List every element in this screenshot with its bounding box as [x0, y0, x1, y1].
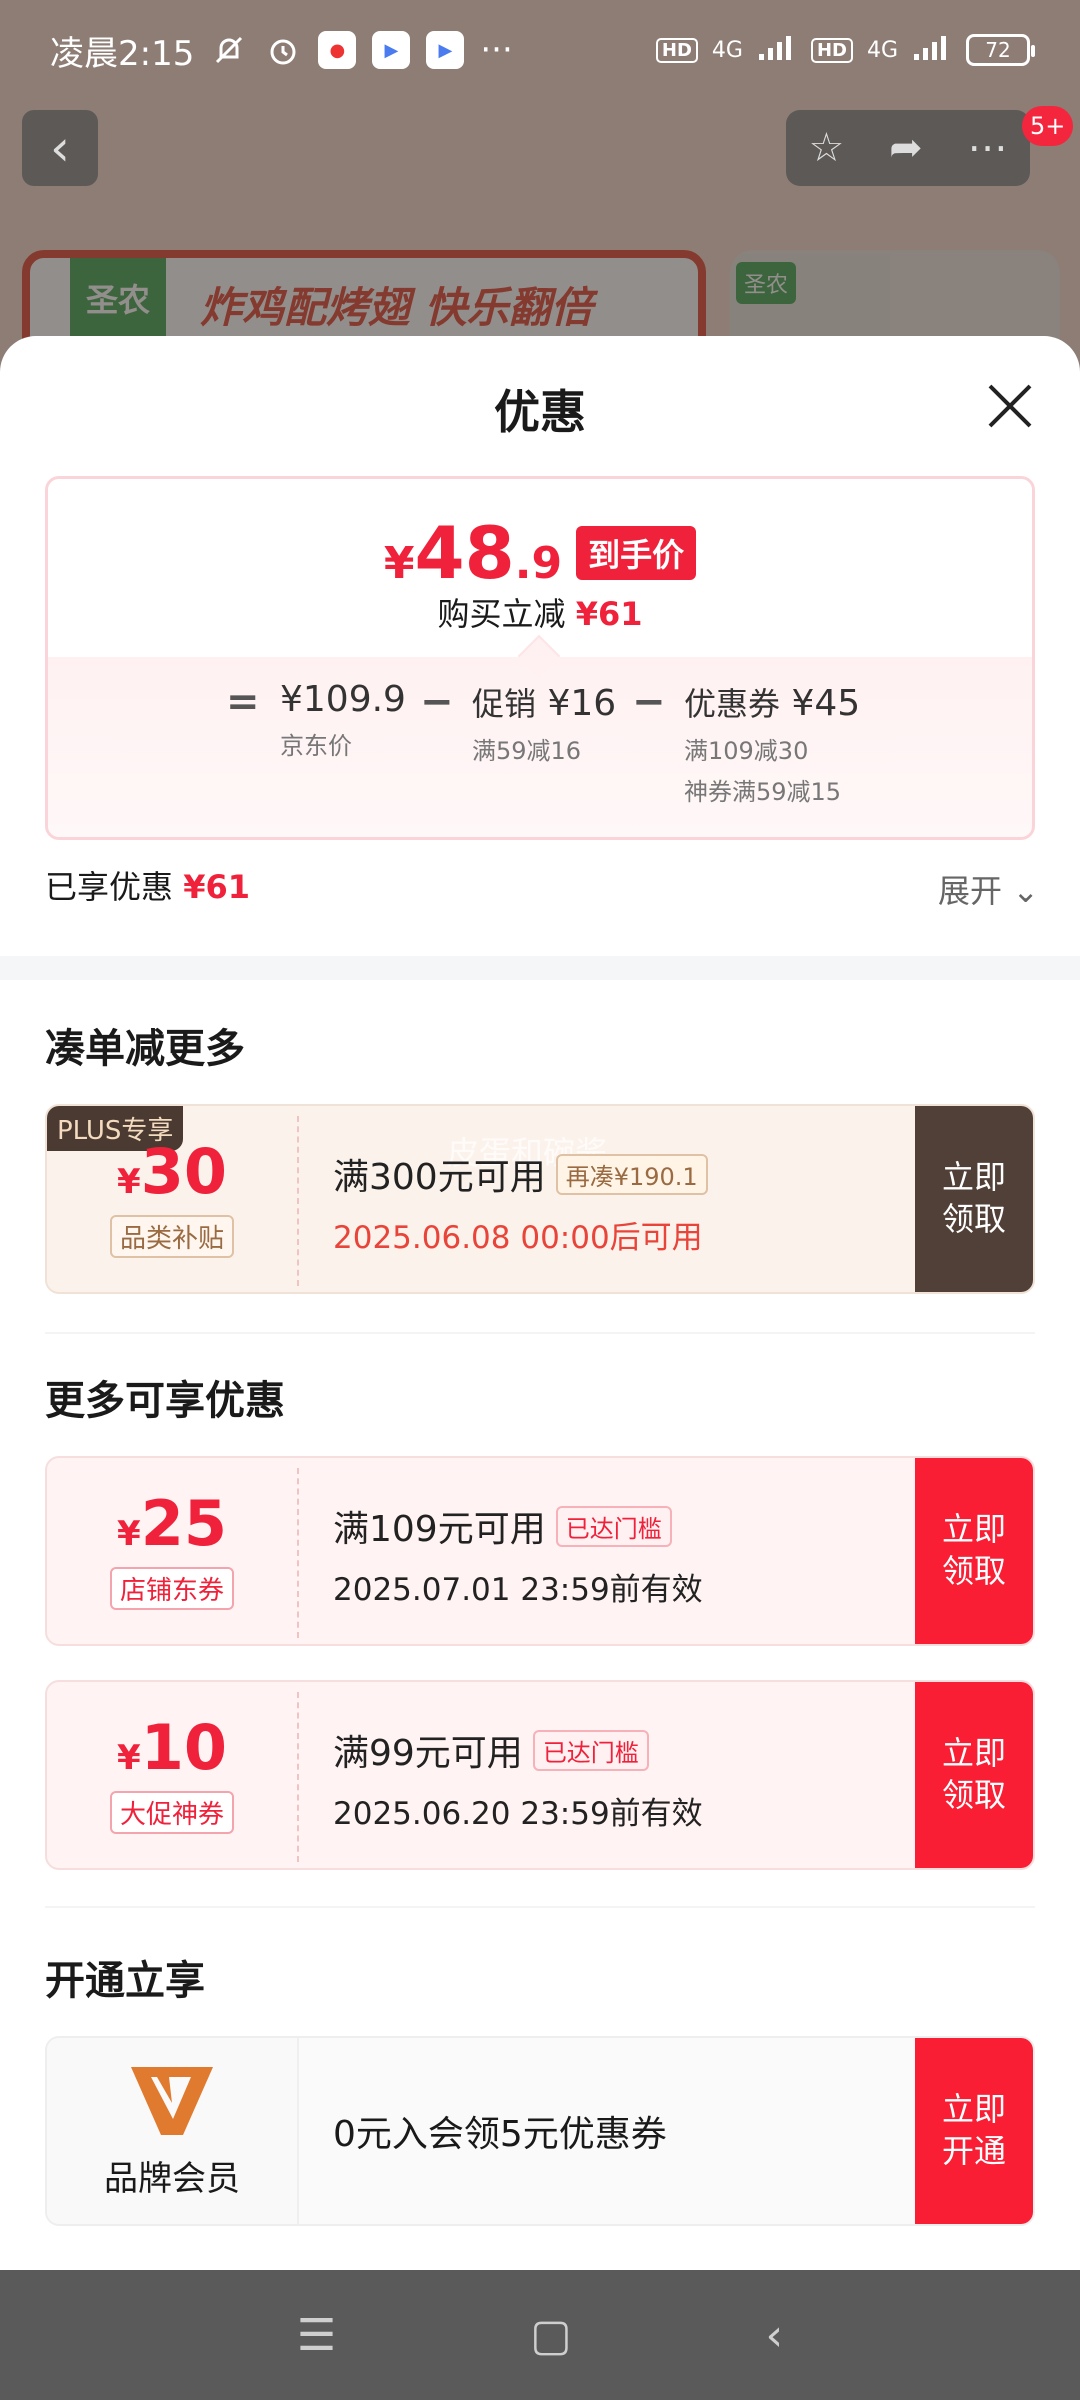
coupon-amount: ¥10 — [117, 1710, 227, 1784]
video-app-icon-2: ▶ — [426, 31, 465, 69]
equals-sign: = — [226, 679, 260, 725]
claim-button[interactable]: 立即领取 — [915, 1106, 1033, 1292]
battery-level: 72 — [985, 38, 1011, 62]
signal-icon-2 — [912, 32, 952, 68]
final-price: ¥48.9 — [383, 511, 563, 595]
final-price-tag: 到手价 — [576, 526, 697, 580]
hd-indicator-2: HD — [810, 37, 853, 63]
menu-icon[interactable]: ☰ — [297, 2310, 336, 2361]
hd-indicator: HD — [655, 37, 698, 63]
section-divider — [0, 956, 1080, 980]
section-title-more-reduce: 凑单减更多 — [45, 1026, 245, 1072]
coupon-date: 2025.06.08 00:00后可用 — [333, 1220, 703, 1256]
coupon-amount: ¥25 — [117, 1486, 227, 1560]
notification-badge: 5+ — [1022, 106, 1074, 146]
coupon-card-promo: ¥10 大促神券 满99元可用 已达门槛 2025.06.20 23:59前有效 … — [45, 1680, 1035, 1870]
coupon-date: 2025.07.01 23:59前有效 — [333, 1572, 703, 1608]
jd-price-block: ¥109.9 京东价 — [280, 679, 406, 760]
sheet-title: 优惠 — [494, 385, 586, 439]
coupon-block: 优惠券 ¥45 满109减30 神券满59减15 — [684, 683, 861, 806]
weibo-app-icon: ● — [318, 31, 357, 69]
member-offer-text: 0元入会领5元优惠券 — [333, 2114, 667, 2155]
coupon-condition: 满99元可用 — [333, 1733, 523, 1774]
home-icon[interactable]: ▢ — [530, 2310, 572, 2361]
coupon-type-tag: 店铺东券 — [109, 1566, 234, 1610]
coupon-pill: 已达门槛 — [555, 1505, 672, 1547]
network-type-2: 4G — [866, 37, 898, 63]
claim-button[interactable]: 立即领取 — [915, 1458, 1033, 1644]
coupon-amount: ¥30 — [117, 1134, 227, 1208]
promo-block: 促销 ¥16 满59减16 — [472, 683, 617, 765]
reduce-summary: 购买立减 ¥61 — [437, 595, 643, 633]
close-icon[interactable] — [980, 376, 1040, 436]
status-bar: 凌晨2:15 ● ▶ ▶ ··· HD 4G HD 4G 72 — [0, 0, 1080, 100]
more-icon[interactable]: ⋯ — [968, 125, 1008, 171]
enjoyed-discount: 已享优惠 ¥61 — [45, 868, 250, 906]
top-actions: ☆ ➦ ⋯ — [786, 110, 1030, 186]
coupon-card-store: ¥25 店铺东券 满109元可用 已达门槛 2025.07.01 23:59前有效… — [45, 1456, 1035, 1646]
minus-sign-2: − — [632, 679, 666, 725]
coupon-condition: 满300元可用 — [333, 1157, 546, 1198]
status-time: 凌晨2:15 — [50, 33, 195, 74]
video-app-icon: ▶ — [372, 31, 411, 69]
brand-logo-icon — [129, 2063, 215, 2143]
back-button[interactable]: ‹ — [22, 110, 98, 186]
price-breakdown-card: ¥48.9 到手价 购买立减 ¥61 = ¥109.9 京东价 − 促销 ¥16… — [45, 476, 1035, 840]
signal-icon — [757, 32, 797, 68]
coupon-card-plus: PLUS专享 ¥30 品类补贴 皮蛋和碗酱 满300元可用 再凑¥190.1 20… — [45, 1104, 1035, 1294]
alarm-icon — [264, 31, 302, 69]
coupon-pill: 已达门槛 — [532, 1729, 649, 1771]
discount-sheet: 优惠 ¥48.9 到手价 购买立减 ¥61 = ¥109.9 京东价 − 促销 … — [0, 336, 1080, 2270]
more-notifications: ··· — [480, 30, 513, 70]
coupon-type-tag: 大促神券 — [109, 1790, 234, 1834]
battery-icon: 72 — [966, 34, 1035, 66]
claim-button[interactable]: 立即领取 — [915, 1682, 1033, 1868]
minus-sign-1: − — [420, 679, 454, 725]
coupon-date: 2025.06.20 23:59前有效 — [333, 1796, 703, 1832]
coupon-pill: 再凑¥190.1 — [555, 1153, 708, 1195]
member-label: 品牌会员 — [104, 2158, 240, 2199]
coupon-condition: 满109元可用 — [333, 1509, 546, 1550]
section-title-open: 开通立享 — [45, 1958, 205, 2004]
system-nav-bar: ☰ ▢ ‹ — [0, 2270, 1080, 2400]
brand-member-card: 品牌会员 0元入会领5元优惠券 立即开通 — [45, 2036, 1035, 2226]
share-icon[interactable]: ➦ — [889, 125, 923, 171]
silent-bell-icon — [210, 31, 248, 69]
back-icon[interactable]: ‹ — [765, 2310, 783, 2361]
coupon-type-tag: 品类补贴 — [109, 1214, 234, 1258]
expand-button[interactable]: 展开 ⌄ — [938, 866, 1039, 912]
network-type: 4G — [711, 37, 743, 63]
chevron-down-icon: ⌄ — [1012, 872, 1039, 910]
section-title-more-offers: 更多可享优惠 — [45, 1378, 285, 1424]
star-icon[interactable]: ☆ — [808, 125, 844, 171]
open-membership-button[interactable]: 立即开通 — [915, 2038, 1033, 2224]
